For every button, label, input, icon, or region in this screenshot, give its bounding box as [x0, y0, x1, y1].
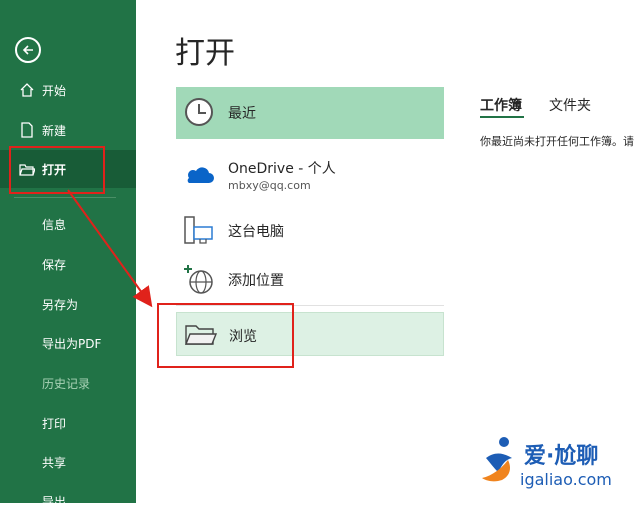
sidebar-item-label: 历史记录	[42, 376, 91, 391]
back-button[interactable]	[15, 37, 41, 63]
annotation-box-open	[9, 146, 105, 194]
sidebar-item-save-as[interactable]: 另存为	[0, 284, 136, 324]
sidebar-item-export[interactable]: 导出	[0, 481, 136, 521]
sidebar-item-info[interactable]: 信息	[0, 204, 136, 244]
backstage-sidebar: 开始 新建 打开 信息 保存 另存为 导出为PDF 历史记录 打印 共享 导出	[0, 0, 136, 509]
location-name: 这台电脑	[228, 224, 284, 240]
sidebar-divider	[14, 197, 116, 198]
tab-workbooks[interactable]: 工作簿	[480, 95, 522, 115]
location-add-place[interactable]: 添加位置	[176, 254, 444, 306]
active-tab-indicator	[480, 116, 524, 118]
sidebar-item-export-pdf[interactable]: 导出为PDF	[0, 323, 136, 363]
sidebar-item-label: 打印	[42, 416, 67, 431]
cloud-icon	[187, 167, 214, 183]
sidebar-item-save[interactable]: 保存	[0, 244, 136, 284]
sidebar-item-label: 新建	[42, 123, 67, 138]
location-this-pc[interactable]: 这台电脑	[176, 205, 444, 257]
sidebar-item-home[interactable]: 开始	[0, 70, 136, 110]
location-onedrive[interactable]: OneDrive - 个人 mbxy@qq.com	[176, 150, 444, 202]
sidebar-item-print[interactable]: 打印	[0, 403, 136, 443]
clock-icon	[185, 98, 213, 126]
sidebar-item-label: 开始	[42, 83, 67, 98]
page-title: 打开	[175, 36, 235, 71]
empty-recent-message: 你最近尚未打开任何工作簿。请	[480, 135, 634, 148]
location-account: mbxy@qq.com	[228, 179, 311, 192]
sidebar-item-share[interactable]: 共享	[0, 442, 136, 482]
home-icon	[20, 83, 34, 97]
tab-folders[interactable]: 文件夹	[549, 95, 591, 115]
sidebar-item-label: 另存为	[42, 297, 79, 312]
watermark-logo-icon	[482, 437, 512, 482]
sidebar-item-label: 导出为PDF	[42, 336, 102, 351]
location-name: OneDrive - 个人	[228, 161, 336, 177]
annotation-box-browse	[157, 303, 294, 368]
sidebar-item-new[interactable]: 新建	[0, 110, 136, 150]
sidebar-item-label: 信息	[42, 217, 67, 232]
location-name: 最近	[228, 106, 256, 122]
location-recent[interactable]: 最近	[176, 87, 444, 139]
location-name: 添加位置	[228, 273, 284, 289]
add-globe-icon	[184, 265, 213, 294]
sidebar-item-label: 共享	[42, 455, 67, 470]
sidebar-item-label: 保存	[42, 257, 67, 272]
watermark-title: 爱·尬聊	[524, 444, 599, 469]
sidebar-item-history: 历史记录	[0, 363, 136, 403]
sidebar-item-label: 导出	[42, 494, 67, 509]
back-arrow-icon	[22, 45, 33, 55]
computer-icon	[184, 216, 213, 244]
new-document-icon	[21, 122, 33, 138]
watermark-url: igaliao.com	[520, 470, 612, 489]
